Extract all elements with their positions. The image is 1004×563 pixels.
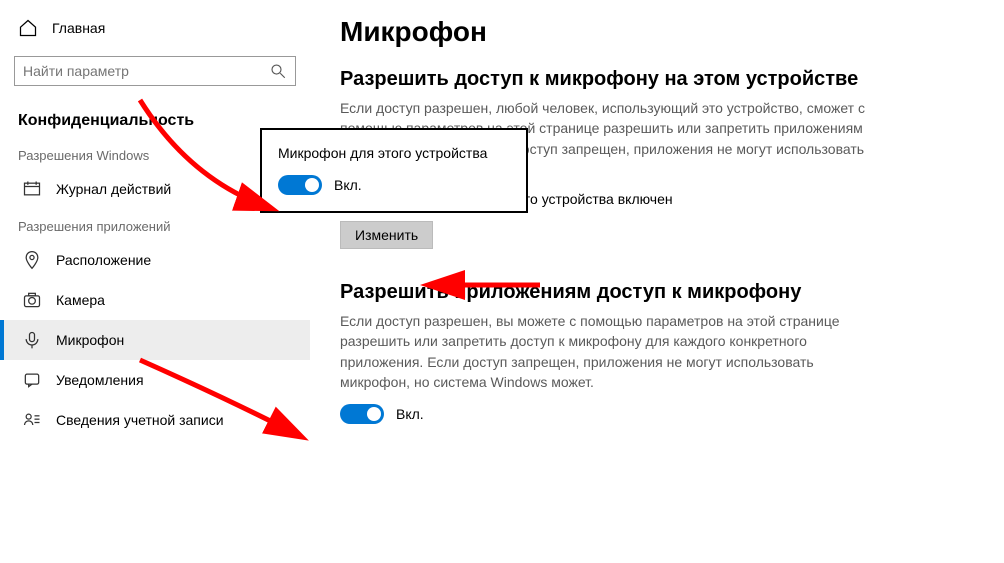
sidebar-item-label: Микрофон <box>56 332 124 348</box>
page-title: Микрофон <box>340 16 974 48</box>
account-icon <box>22 410 42 430</box>
sidebar-item-notifications[interactable]: Уведомления <box>0 360 310 400</box>
search-input[interactable] <box>23 63 269 79</box>
popup-toggle-label: Вкл. <box>334 177 362 193</box>
camera-icon <box>22 290 42 310</box>
sidebar-item-label: Камера <box>56 292 105 308</box>
sidebar-item-microphone[interactable]: Микрофон <box>0 320 310 360</box>
apps-toggle-label: Вкл. <box>396 406 424 422</box>
change-button[interactable]: Изменить <box>340 221 433 249</box>
sidebar-home[interactable]: Главная <box>0 10 310 46</box>
sidebar-item-label: Журнал действий <box>56 181 171 197</box>
microphone-popup: Микрофон для этого устройства Вкл. <box>260 128 528 213</box>
location-icon <box>22 250 42 270</box>
sidebar-item-label: Сведения учетной записи <box>56 412 224 428</box>
history-icon <box>22 179 42 199</box>
search-box[interactable] <box>14 56 296 86</box>
popup-toggle[interactable] <box>278 175 322 195</box>
notification-icon <box>22 370 42 390</box>
sidebar: Главная Конфиденциальность Разрешения Wi… <box>0 0 310 563</box>
main-content: Микрофон Разрешить доступ к микрофону на… <box>310 0 1004 563</box>
popup-title: Микрофон для этого устройства <box>278 144 510 163</box>
sidebar-item-camera[interactable]: Камера <box>0 280 310 320</box>
section2-title: Разрешить приложениям доступ к микрофону <box>340 279 974 305</box>
sidebar-item-label: Расположение <box>56 252 151 268</box>
section2-desc: Если доступ разрешен, вы можете с помощь… <box>340 311 880 392</box>
sidebar-item-label: Уведомления <box>56 372 144 388</box>
section1-title: Разрешить доступ к микрофону на этом уст… <box>340 66 974 92</box>
microphone-icon <box>22 330 42 350</box>
search-icon <box>269 61 287 81</box>
apps-toggle[interactable] <box>340 404 384 424</box>
sidebar-home-label: Главная <box>52 20 105 36</box>
sidebar-item-location[interactable]: Расположение <box>0 240 310 280</box>
sidebar-group-apps: Разрешения приложений <box>0 209 310 240</box>
home-icon <box>18 18 38 38</box>
sidebar-item-account[interactable]: Сведения учетной записи <box>0 400 310 440</box>
